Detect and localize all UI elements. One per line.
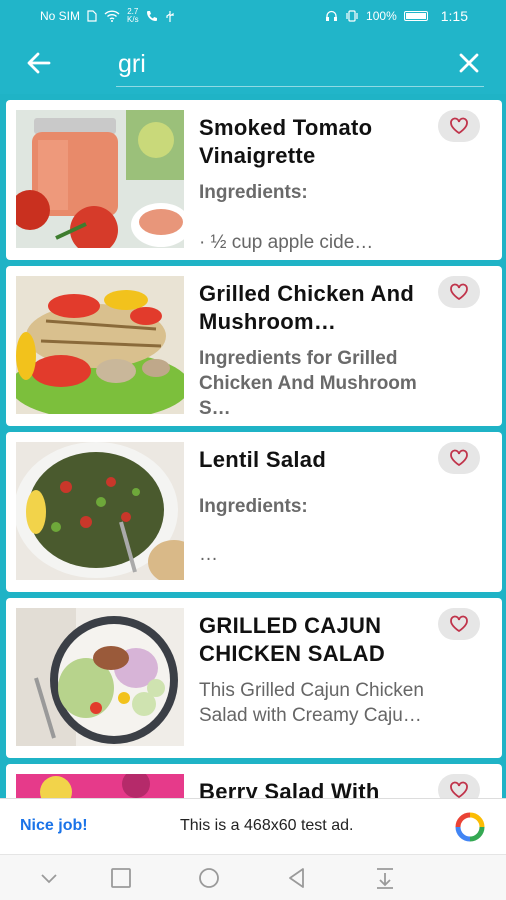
recipe-description: Ingredients for Grilled Chicken And Mush… [199,348,417,419]
ad-banner[interactable]: Nice job! This is a 468x60 test ad. [0,798,506,854]
recipe-title: Berry Salad With [199,779,380,798]
recipe-ingredients-label: Ingredients: [199,496,308,517]
vibrate-icon [346,10,358,22]
status-bar: No SIM 2.7 K/s 100% 1:15 [0,0,506,32]
recipe-card[interactable]: Grilled Chicken And Mushroom… Ingredient… [6,266,502,426]
recipe-image [16,110,184,248]
heart-outline-icon [450,615,468,633]
recipe-title: Smoked Tomato Vinaigrette [199,115,373,168]
ad-choices-logo-icon[interactable] [454,811,486,843]
battery-percent: 100% [366,9,397,23]
recipe-image [16,774,184,798]
battery-icon [403,11,428,21]
favorite-button[interactable] [438,276,480,308]
heart-outline-icon [450,117,468,135]
network-speed: 2.7 K/s [127,8,139,24]
favorite-button[interactable] [438,110,480,142]
recipe-title: Lentil Salad [199,447,327,472]
recipe-card[interactable]: GRILLED CAJUN CHICKEN SALAD This Grilled… [6,598,502,758]
ad-label: Nice job! [20,817,88,834]
status-left: No SIM 2.7 K/s [40,8,175,24]
chevron-down-icon[interactable] [36,866,62,890]
heart-outline-icon [450,781,468,798]
wifi-icon [104,10,120,22]
recipe-card[interactable]: Berry Salad With [6,764,502,798]
sim-card-icon [87,10,97,22]
close-icon [459,53,479,73]
search-underline [116,86,484,87]
recipe-image [16,608,184,746]
recipe-image [16,276,184,414]
recipe-image [16,442,184,580]
recipe-description: · ½ cup apple cide… [199,232,374,253]
favorite-button[interactable] [438,608,480,640]
recipe-results-list[interactable]: Smoked Tomato Vinaigrette Ingredients: ·… [0,94,506,798]
system-navigation-bar [0,854,506,900]
recipe-description: This Grilled Cajun Chicken Salad with Cr… [199,680,424,726]
network-speed-unit: K/s [127,15,139,24]
sim-status: No SIM [40,9,81,23]
clear-search-button[interactable] [454,48,484,78]
heart-outline-icon [450,449,468,467]
clock: 1:15 [440,8,468,24]
search-input[interactable] [118,46,448,82]
search-app-bar [0,32,506,94]
back-button[interactable] [24,48,54,78]
phone-icon [146,11,157,21]
back-triangle-icon[interactable] [284,866,310,890]
heart-outline-icon [450,283,468,301]
home-icon[interactable] [196,866,222,890]
favorite-button[interactable] [438,442,480,474]
recipe-card[interactable]: Lentil Salad Ingredients: … [6,432,502,592]
recipe-card[interactable]: Smoked Tomato Vinaigrette Ingredients: ·… [6,100,502,260]
arrow-left-icon [27,52,51,74]
status-right: 100% 1:15 [325,8,468,24]
usb-icon [165,10,174,22]
recipe-title: GRILLED CAJUN CHICKEN SALAD [199,613,386,666]
recipe-ingredients-label: Ingredients: [199,182,308,203]
recipe-title: Grilled Chicken And Mushroom… [199,281,415,334]
headset-icon [326,10,338,21]
recent-apps-icon[interactable] [108,866,134,890]
favorite-button[interactable] [438,774,480,798]
notification-pull-icon[interactable] [372,866,398,890]
recipe-description: … [199,544,218,565]
ad-text: This is a 468x60 test ad. [180,817,354,834]
